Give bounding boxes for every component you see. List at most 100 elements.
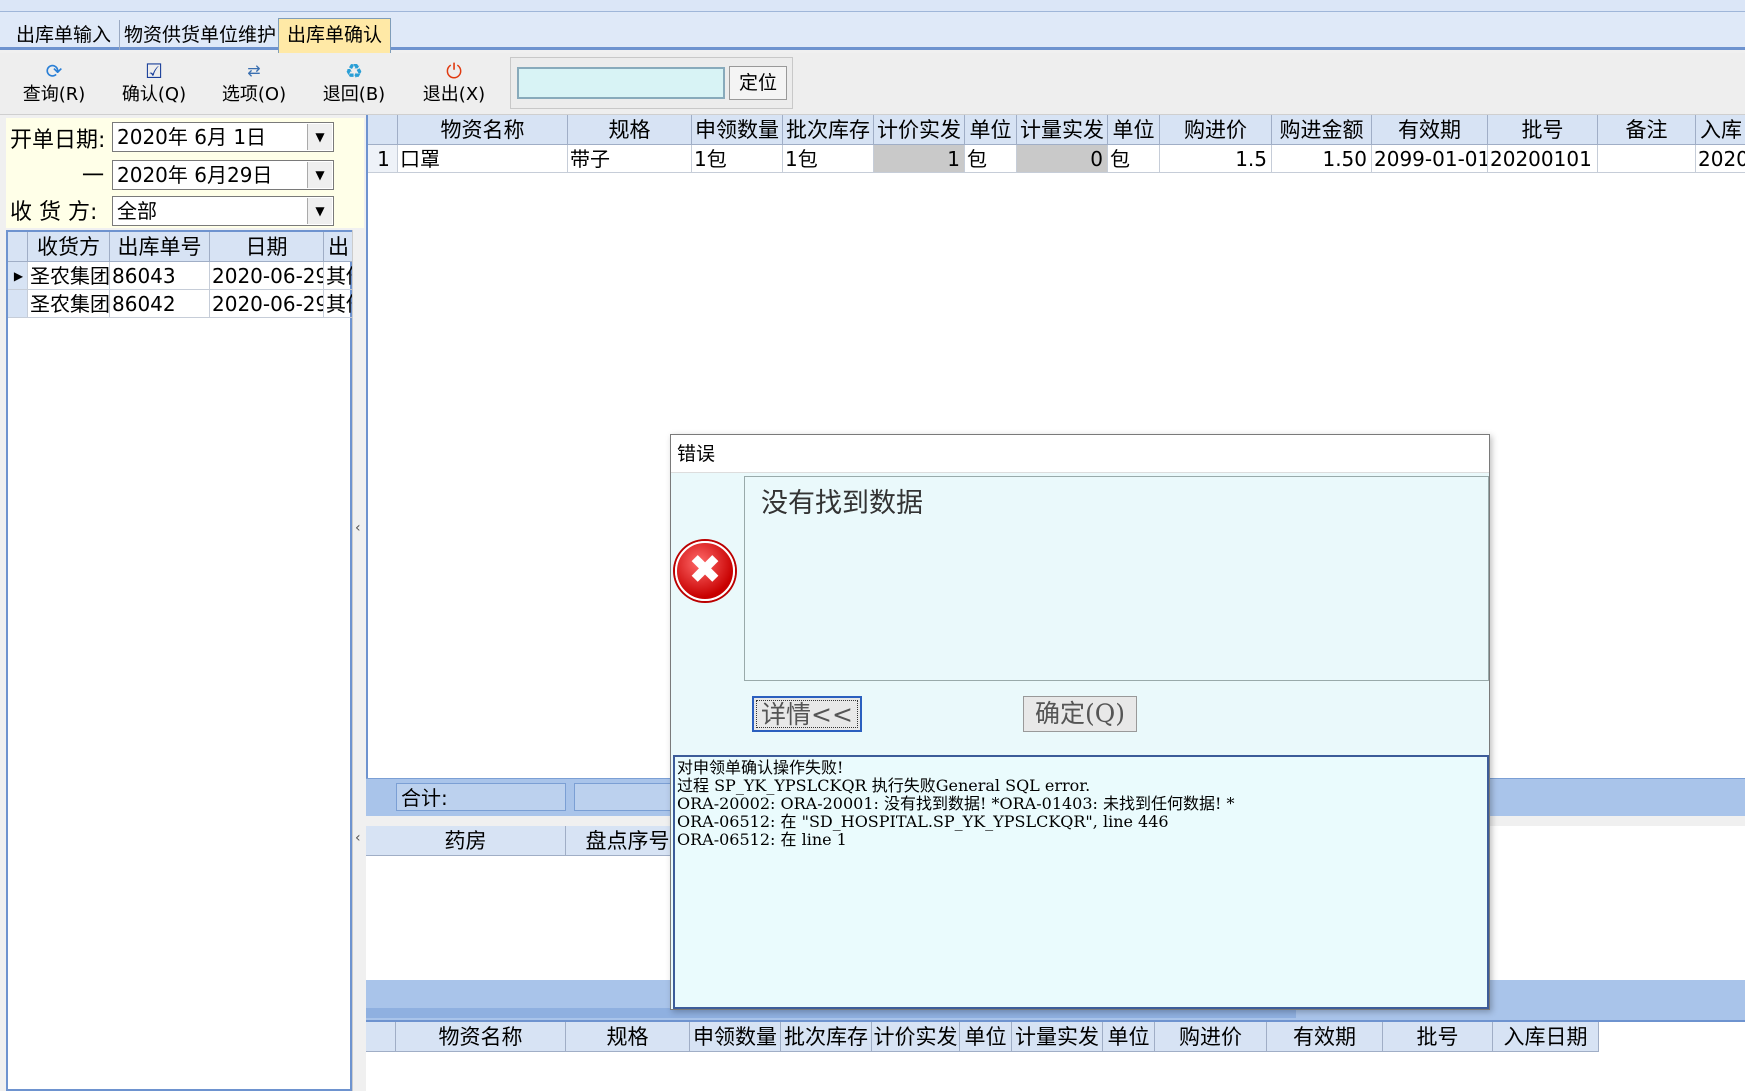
table-cell[interactable] bbox=[1598, 145, 1696, 173]
table-cell[interactable]: 圣农集团 bbox=[28, 290, 110, 318]
col-header-receiver[interactable]: 收货方 bbox=[28, 232, 110, 262]
col-header-unit[interactable]: 单位 bbox=[960, 1022, 1012, 1052]
table-cell[interactable]: 2020-06-29 bbox=[210, 290, 324, 318]
options-button[interactable]: ⇄ 选项(O) bbox=[214, 57, 294, 111]
col-header-inbound[interactable]: 入库 bbox=[1696, 115, 1745, 145]
table-cell[interactable]: 0 bbox=[1017, 145, 1108, 173]
exit-button-label: 退出(X) bbox=[422, 84, 486, 105]
collapse-left-icon[interactable]: ‹ bbox=[355, 830, 361, 846]
panel-splitter[interactable]: ‹ ‹ bbox=[352, 230, 366, 1091]
query-button[interactable]: ⟳ 查询(R) bbox=[14, 57, 94, 111]
table-cell[interactable]: 包 bbox=[1108, 145, 1160, 173]
table-cell[interactable]: 1包 bbox=[783, 145, 874, 173]
tab-supplier-maintenance[interactable]: 物资供货单位维护 bbox=[116, 20, 286, 50]
col-header-item-name[interactable]: 物资名称 bbox=[398, 115, 568, 145]
end-date-label: 一 bbox=[82, 164, 105, 189]
end-date-picker[interactable]: 2020年 6月29日 ▼ bbox=[112, 160, 334, 190]
col-header-measured-issued[interactable]: 计量实发 bbox=[1012, 1022, 1103, 1052]
col-header-request-qty[interactable]: 申领数量 bbox=[692, 115, 783, 145]
col-header-batch-no[interactable]: 批号 bbox=[1488, 115, 1598, 145]
col-header-order-no[interactable]: 出库单号 bbox=[110, 232, 210, 262]
error-details-text[interactable]: 对申领单确认操作失败! 过程 SP_YK_YPSLCKQR 执行失败Genera… bbox=[673, 755, 1489, 1009]
col-header-batch-stock[interactable]: 批次库存 bbox=[781, 1022, 872, 1052]
collapse-left-icon[interactable]: ‹ bbox=[355, 520, 361, 536]
outbound-list-grid: 收货方 出库单号 日期 出 ▶ 圣农集团 86043 2020-06-29 其他… bbox=[6, 230, 354, 1091]
locate-input[interactable] bbox=[517, 67, 725, 99]
col-header-spec[interactable]: 规格 bbox=[566, 1022, 690, 1052]
col-header-expiry[interactable]: 有效期 bbox=[1372, 115, 1488, 145]
col-header-unit-2[interactable]: 单位 bbox=[1103, 1022, 1155, 1052]
table-cell[interactable]: 86043 bbox=[110, 262, 210, 290]
col-header-request-qty[interactable]: 申领数量 bbox=[690, 1022, 781, 1052]
table-cell[interactable]: 口罩 bbox=[398, 145, 568, 173]
tab-outbound-confirm[interactable]: 出库单确认 bbox=[278, 18, 392, 53]
table-cell[interactable]: 2020-06-29 bbox=[210, 262, 324, 290]
col-header-purchase-amount[interactable]: 购进金额 bbox=[1272, 115, 1372, 145]
col-header-priced-issued[interactable]: 计价实发 bbox=[872, 1022, 960, 1052]
confirm-button[interactable]: ☑ 确认(Q) bbox=[114, 57, 194, 111]
chevron-down-icon[interactable]: ▼ bbox=[307, 198, 332, 224]
col-header-batch-no[interactable]: 批号 bbox=[1383, 1022, 1493, 1052]
table-cell[interactable]: 带子 bbox=[568, 145, 692, 173]
col-header-priced-issued[interactable]: 计价实发 bbox=[874, 115, 965, 145]
table-cell[interactable]: 1.5 bbox=[1160, 145, 1272, 173]
toolbar: ⟳ 查询(R) ☑ 确认(Q) ⇄ 选项(O) ♻ 退回(B) ⏻ 退出(X) … bbox=[0, 53, 1745, 115]
col-header-inbound-date[interactable]: 入库日期 bbox=[1493, 1022, 1599, 1052]
end-date-value: 2020年 6月29日 bbox=[117, 163, 273, 187]
chevron-down-icon[interactable]: ▼ bbox=[307, 162, 332, 188]
col-header-batch-stock[interactable]: 批次库存 bbox=[783, 115, 874, 145]
exit-button[interactable]: ⏻ 退出(X) bbox=[414, 57, 494, 111]
table-cell[interactable]: 2020- bbox=[1696, 145, 1745, 173]
col-header-unit[interactable]: 单位 bbox=[965, 115, 1017, 145]
col-header-purchase-price[interactable]: 购进价 bbox=[1160, 115, 1272, 145]
options-icon: ⇄ bbox=[247, 61, 261, 80]
stock-grid: 物资名称 规格 申领数量 批次库存 计价实发 单位 计量实发 单位 购进价 有效… bbox=[366, 1020, 1745, 1091]
table-cell[interactable]: 1 bbox=[874, 145, 965, 173]
confirm-button-label: 确认(Q) bbox=[121, 84, 187, 105]
options-button-label: 选项(O) bbox=[221, 84, 287, 105]
table-cell[interactable]: 86042 bbox=[110, 290, 210, 318]
col-header-date[interactable]: 日期 bbox=[210, 232, 324, 262]
table-cell[interactable]: 圣农集团 bbox=[28, 262, 110, 290]
table-cell[interactable]: 其他 bbox=[324, 262, 354, 290]
table-cell[interactable]: 1包 bbox=[692, 145, 783, 173]
checkbox-icon: ☑ bbox=[145, 59, 163, 83]
receiver-select[interactable]: 全部 ▼ bbox=[112, 196, 334, 226]
start-date-label: 开单日期: bbox=[10, 128, 106, 153]
return-button[interactable]: ♻ 退回(B) bbox=[314, 57, 394, 111]
col-header-expiry[interactable]: 有效期 bbox=[1267, 1022, 1383, 1052]
query-button-label: 查询(R) bbox=[22, 84, 86, 105]
dialog-message: 没有找到数据 bbox=[744, 476, 1489, 681]
row-number-header bbox=[366, 1022, 396, 1052]
filter-panel: 开单日期: 2020年 6月 1日 ▼ 一 2020年 6月29日 ▼ 收 货 … bbox=[6, 118, 364, 228]
col-header-pharmacy[interactable]: 药房 bbox=[366, 826, 566, 856]
refresh-icon: ⟳ bbox=[45, 59, 63, 83]
locate-button[interactable]: 定位 bbox=[729, 66, 787, 100]
col-header-unit-2[interactable]: 单位 bbox=[1108, 115, 1160, 145]
col-header-item-name[interactable]: 物资名称 bbox=[396, 1022, 566, 1052]
table-cell[interactable]: 1.50 bbox=[1272, 145, 1372, 173]
col-header-remark[interactable]: 备注 bbox=[1598, 115, 1696, 145]
tab-outbound-entry[interactable]: 出库单输入 bbox=[8, 20, 121, 50]
row-pointer-icon: ▶ bbox=[8, 262, 28, 290]
ok-button[interactable]: 确定(Q) bbox=[1023, 696, 1137, 732]
recycle-icon: ♻ bbox=[345, 59, 363, 83]
col-header-measured-issued[interactable]: 计量实发 bbox=[1017, 115, 1108, 145]
row-number: 1 bbox=[368, 145, 398, 173]
table-cell[interactable]: 20200101 bbox=[1488, 145, 1598, 173]
tab-bar: 出库单输入 物资供货单位维护 出库单确认 bbox=[0, 12, 1745, 53]
start-date-picker[interactable]: 2020年 6月 1日 ▼ bbox=[112, 122, 334, 152]
row-indicator-header bbox=[8, 232, 28, 262]
col-header-spec[interactable]: 规格 bbox=[568, 115, 692, 145]
error-dialog: 错误 ✖ 没有找到数据 详情<< 确定(Q) 对申领单确认操作失败! 过程 SP… bbox=[670, 434, 1490, 1010]
start-date-value: 2020年 6月 1日 bbox=[117, 125, 267, 149]
table-cell[interactable]: 2099-01-01 bbox=[1372, 145, 1488, 173]
table-cell[interactable]: 包 bbox=[965, 145, 1017, 173]
receiver-value: 全部 bbox=[117, 199, 157, 223]
table-cell[interactable]: 其他 bbox=[324, 290, 354, 318]
col-header-out[interactable]: 出 bbox=[324, 232, 354, 262]
col-header-purchase-price[interactable]: 购进价 bbox=[1155, 1022, 1267, 1052]
return-button-label: 退回(B) bbox=[322, 84, 386, 105]
details-button[interactable]: 详情<< bbox=[752, 696, 862, 732]
chevron-down-icon[interactable]: ▼ bbox=[307, 124, 332, 150]
